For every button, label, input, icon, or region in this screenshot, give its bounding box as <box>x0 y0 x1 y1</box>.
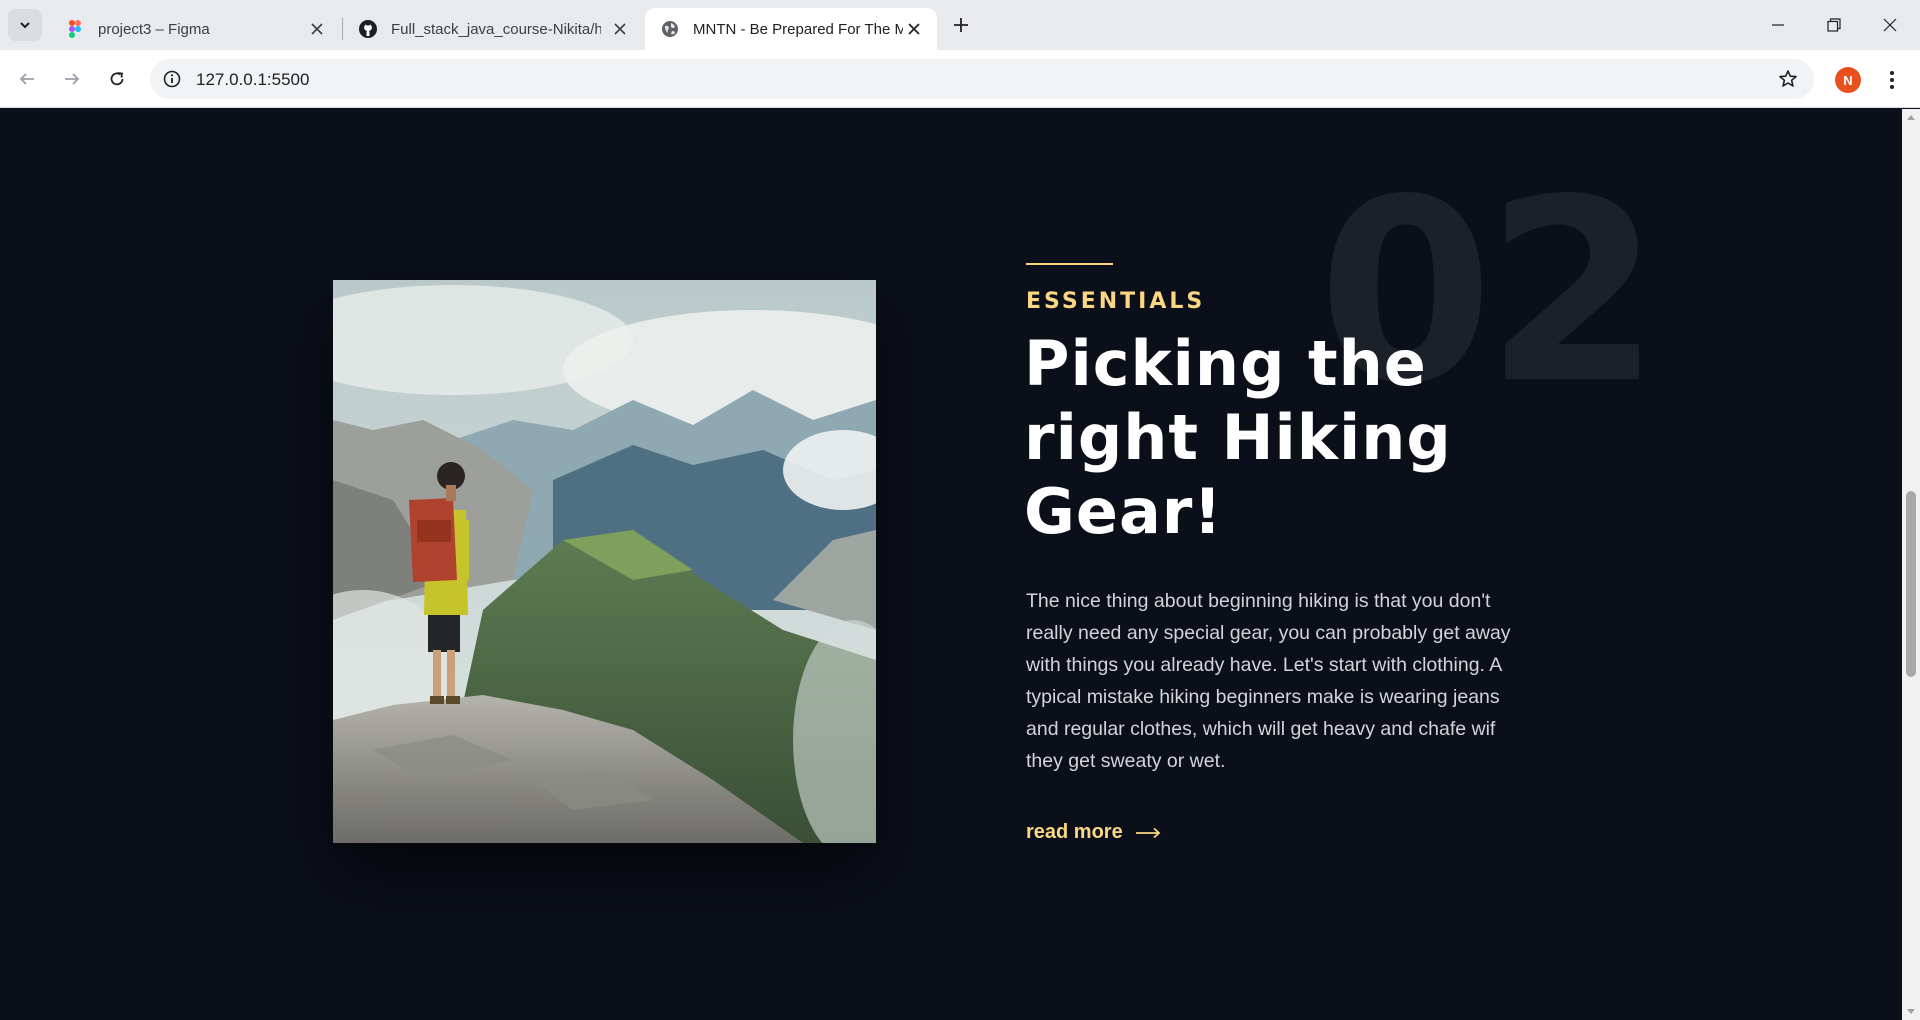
reload-button[interactable] <box>101 63 133 95</box>
minimize-button[interactable] <box>1750 0 1806 50</box>
bookmark-star-icon[interactable] <box>1776 67 1800 91</box>
section-heading: Picking the right Hiking Gear! <box>1024 327 1452 548</box>
plus-icon <box>954 18 968 32</box>
more-vertical-icon <box>1890 71 1894 89</box>
back-button[interactable] <box>11 63 43 95</box>
site-info-icon[interactable] <box>160 67 184 91</box>
close-tab-icon[interactable] <box>903 18 925 40</box>
tab-github[interactable]: Full_stack_java_course-Nikita/ht <box>343 8 643 50</box>
tab-title: MNTN - Be Prepared For The M <box>693 20 903 38</box>
scroll-up-icon[interactable] <box>1906 112 1916 122</box>
restore-button[interactable] <box>1806 0 1862 50</box>
scrollbar-thumb[interactable] <box>1906 491 1916 677</box>
browser-toolbar: 127.0.0.1:5500 <box>0 50 1920 108</box>
new-tab-button[interactable] <box>946 11 976 39</box>
page-viewport: 02 ESSENTIALS Picking the right Hiking G… <box>0 109 1902 1020</box>
close-tab-icon[interactable] <box>306 18 328 40</box>
arrow-right-icon <box>65 73 80 85</box>
tab-title: project3 – Figma <box>98 20 210 38</box>
restore-icon <box>1827 18 1841 32</box>
read-more-label: read more <box>1026 821 1123 843</box>
tab-figma[interactable]: project3 – Figma <box>50 8 340 50</box>
accent-line <box>1026 263 1113 265</box>
url-text[interactable]: 127.0.0.1:5500 <box>196 70 309 90</box>
profile-avatar[interactable]: N <box>1835 67 1861 93</box>
chevron-down-icon <box>20 22 30 29</box>
tab-mntn[interactable]: MNTN - Be Prepared For The M <box>645 8 937 50</box>
close-icon <box>1883 18 1897 32</box>
github-icon <box>359 20 377 38</box>
address-bar[interactable]: 127.0.0.1:5500 <box>150 59 1814 99</box>
read-more-link[interactable]: read more <box>1026 821 1161 844</box>
figma-icon <box>66 20 84 38</box>
close-tab-icon[interactable] <box>609 18 631 40</box>
close-window-button[interactable] <box>1862 0 1918 50</box>
browser-menu-button[interactable] <box>1880 64 1904 96</box>
scroll-down-icon[interactable] <box>1906 1007 1916 1017</box>
arrow-right-icon <box>1135 827 1161 839</box>
tab-search-button[interactable] <box>8 9 42 41</box>
globe-icon <box>661 20 679 38</box>
tab-title: Full_stack_java_course-Nikita/ht <box>391 20 601 38</box>
section-body: The nice thing about beginning hiking is… <box>1026 590 1511 772</box>
section-eyebrow: ESSENTIALS <box>1026 289 1206 314</box>
forward-button[interactable] <box>56 63 88 95</box>
page-scrollbar[interactable] <box>1902 109 1920 1020</box>
minimize-icon <box>1772 24 1784 26</box>
hiker-photo <box>333 280 876 843</box>
arrow-left-icon <box>19 73 34 85</box>
tab-strip: project3 – Figma Full_stack_java_course-… <box>0 0 1920 50</box>
reload-icon <box>110 72 124 86</box>
